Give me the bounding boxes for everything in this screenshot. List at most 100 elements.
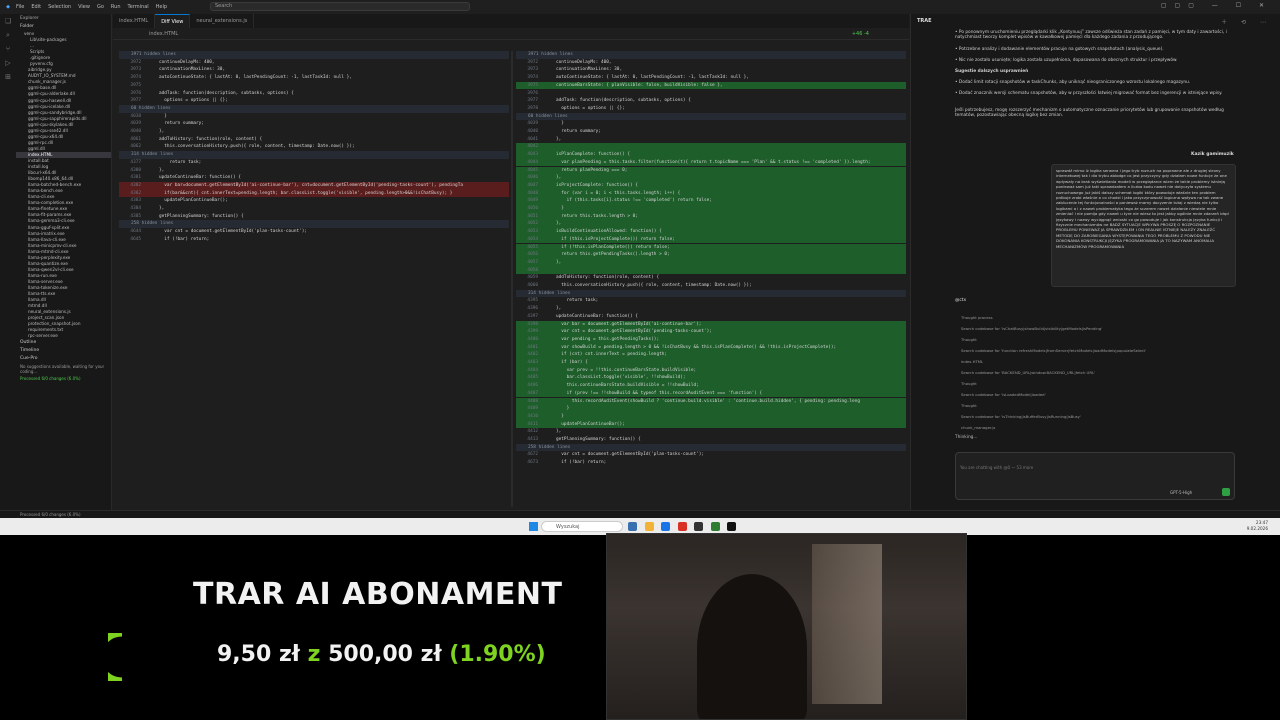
- cursor-section[interactable]: Cue-Pro: [16, 355, 111, 363]
- editor-tabs: index.HTML Diff View neural_extensions.js: [113, 14, 909, 28]
- code-line: 3974 autoContinueState: { lastAt: 0, last…: [119, 74, 509, 82]
- goal-target: 500,00 zł: [328, 642, 442, 667]
- overlay-title: TRAR AI ABONAMENT: [193, 577, 563, 612]
- window-controls[interactable]: ▢▢▢ — ☐ ✕: [1161, 2, 1272, 9]
- run-debug-icon[interactable]: ▷: [0, 56, 16, 70]
- code-text: this.conversationHistory.push({ role, co…: [159, 144, 355, 150]
- code-line: 4410 }: [516, 412, 906, 421]
- code-text: 60 hidden lines: [131, 105, 171, 111]
- hidden-lines-fold[interactable]: 3971 hidden lines: [119, 51, 509, 59]
- agent-step[interactable]: Search codebase for 'function refreshMod…: [961, 348, 1146, 353]
- folder-icon[interactable]: [645, 522, 654, 531]
- source-control-icon[interactable]: ⑂: [0, 42, 16, 56]
- agent-step[interactable]: index.HTML: [961, 359, 983, 364]
- taskview-icon[interactable]: [628, 522, 637, 531]
- line-number: 4406: [527, 383, 538, 389]
- code-text: this.conversationHistory.push({ role, co…: [556, 283, 752, 288]
- code-line: 4061 addToHistory: function(role, content…: [119, 136, 509, 144]
- line-number: 4053: [527, 229, 538, 235]
- menu-item-help[interactable]: Help: [156, 4, 167, 10]
- search-icon[interactable]: ⌕: [0, 28, 16, 42]
- editor-tab[interactable]: neural_extensions.js: [190, 14, 255, 28]
- chat-panel-tools[interactable]: ＋ ⟲ ⋯: [1221, 17, 1272, 26]
- diff-divider[interactable]: [511, 51, 513, 507]
- agent-step[interactable]: Thought process: [961, 315, 993, 320]
- code-text: options = options || {};: [159, 98, 228, 104]
- code-line: 4672 var cnt = document.getElementById('…: [516, 451, 906, 459]
- agent-step[interactable]: Search codebase for 'isLoadedModel|loade…: [961, 392, 1046, 397]
- line-number: 3976: [130, 90, 141, 96]
- line-number: 3973: [527, 67, 538, 73]
- line-number: 4384: [130, 206, 141, 211]
- code-text: updatePlanContinueBar();: [556, 421, 625, 427]
- editor-tab[interactable]: Diff View: [155, 14, 191, 28]
- cursor-status: Processed 6/0 changes (6.0%): [20, 376, 81, 382]
- hidden-lines-fold[interactable]: 314 hidden lines: [516, 289, 906, 298]
- code-line: 4409 }: [516, 405, 906, 413]
- hidden-lines-fold[interactable]: 258 hidden lines: [119, 220, 509, 229]
- line-number: 3974: [130, 75, 141, 81]
- app-icon[interactable]: [711, 522, 720, 531]
- line-number: 4040: [527, 129, 538, 134]
- terminal-icon[interactable]: [694, 522, 703, 531]
- send-button[interactable]: [1222, 488, 1230, 496]
- agent-step[interactable]: Thought: [961, 403, 977, 408]
- code-text: return summary;: [556, 129, 601, 134]
- menu-item-edit[interactable]: Edit: [31, 4, 41, 10]
- line-number: 4052: [527, 221, 538, 227]
- agent-step[interactable]: chunk_manager.js: [961, 425, 995, 430]
- command-search-input[interactable]: Search: [210, 2, 470, 11]
- code-line: 3976: [516, 90, 906, 98]
- model-selector[interactable]: GPT-5-High: [1170, 490, 1192, 495]
- files-icon[interactable]: ❏: [0, 14, 16, 28]
- line-number: 4046: [527, 175, 538, 181]
- line-number: 4043: [527, 152, 538, 158]
- code-text: getPlanningSummary: function() {: [159, 213, 244, 219]
- code-text: var cnt = document.getElementById('plan-…: [159, 229, 308, 235]
- agent-step[interactable]: Search codebase for 'BACKEND_URL|window.…: [961, 370, 1095, 375]
- agent-step[interactable]: Search codebase for 'isChatBusy|showBuil…: [961, 326, 1102, 331]
- hidden-lines-fold[interactable]: 314 hidden lines: [119, 151, 509, 159]
- timeline-section[interactable]: Timeline: [16, 347, 111, 355]
- agent-step[interactable]: Thought: [961, 337, 977, 342]
- code-text: if (this.isProjectComplete()) return fal…: [556, 236, 675, 242]
- line-number: 4045: [527, 167, 538, 173]
- taskbar-search[interactable]: Wyszukaj: [541, 521, 623, 532]
- hidden-lines-fold[interactable]: 258 hidden lines: [516, 443, 906, 452]
- code-line: 3978 options = options || {};: [516, 105, 906, 113]
- menu-item-file[interactable]: File: [16, 4, 24, 10]
- diff-left-pane[interactable]: 3971 hidden lines 3972 continueDelayMs: 40…: [119, 51, 509, 507]
- menu-item-go[interactable]: Go: [97, 4, 104, 10]
- hidden-lines-fold[interactable]: 3971 hidden lines: [516, 51, 906, 59]
- menu-item-selection[interactable]: Selection: [48, 4, 71, 10]
- menu-item-terminal[interactable]: Terminal: [128, 4, 149, 10]
- line-number: 4395: [527, 298, 538, 304]
- diff-right-pane[interactable]: 3971 hidden lines 3972 continueDelayMs: 40…: [516, 51, 906, 507]
- code-text: },: [556, 429, 562, 435]
- extensions-icon[interactable]: ⊞: [0, 70, 16, 84]
- breadcrumb-file[interactable]: index.HTML: [149, 31, 178, 37]
- code-text: var cnt = document.getElementById('pendi…: [556, 329, 712, 335]
- folder-section[interactable]: Folder: [16, 23, 111, 31]
- outline-section[interactable]: Outline: [16, 339, 111, 347]
- agent-step[interactable]: Thought: [961, 381, 977, 386]
- code-line: 4383 updatePlanContinueBar();: [119, 197, 509, 205]
- code-line: 4411 updatePlanContinueBar();: [516, 420, 906, 429]
- chrome-icon[interactable]: [678, 522, 687, 531]
- editor-tab[interactable]: index.HTML: [113, 14, 156, 28]
- code-line: 4044 var planPending = this.tasks.filter…: [516, 158, 906, 167]
- agent-step[interactable]: Search codebase for 'isThinking|isBuffer…: [961, 414, 1081, 419]
- clock[interactable]: 23:47 9.02.2026: [1247, 520, 1268, 532]
- code-text: },: [556, 259, 562, 265]
- menu-item-view[interactable]: View: [78, 4, 90, 10]
- trae-icon[interactable]: [727, 522, 736, 531]
- hidden-lines-fold[interactable]: 60 hidden lines: [516, 112, 906, 121]
- edge-icon[interactable]: [661, 522, 670, 531]
- code-line: 4408 this.recordAuditEvent(showBuild ? '…: [516, 397, 906, 406]
- menu-item-run[interactable]: Run: [111, 4, 121, 10]
- code-text: return summary;: [159, 121, 204, 127]
- start-icon[interactable]: [529, 522, 538, 531]
- hidden-lines-fold[interactable]: 60 hidden lines: [119, 104, 509, 113]
- code-text: 3971 hidden lines: [131, 52, 176, 57]
- chat-input[interactable]: You are chatting with @0 — 53 more GPT-5…: [955, 452, 1235, 500]
